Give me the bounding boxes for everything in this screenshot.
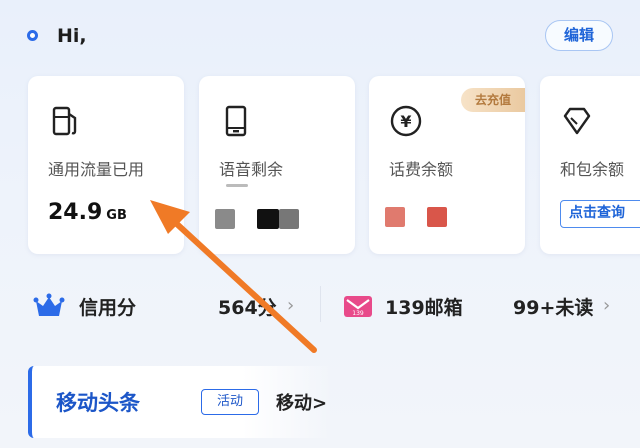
fuel-pump-icon [52, 106, 77, 136]
balance-label: 话费余额 [389, 160, 454, 179]
phone-icon [225, 105, 247, 137]
svg-text:¥: ¥ [400, 112, 411, 131]
diamond-icon [563, 107, 591, 135]
credit-score-value[interactable]: 564分 [218, 293, 277, 320]
edit-button[interactable]: 编辑 [545, 20, 613, 51]
news-tag: 活动 [201, 389, 259, 415]
chevron-right-icon[interactable]: › [603, 295, 610, 316]
voice-remaining-card[interactable]: 语音剩余 [199, 76, 355, 254]
svg-text:139: 139 [352, 310, 364, 317]
mail-icon: 139 [344, 296, 372, 317]
data-usage-value: 24.9 GB [48, 200, 127, 225]
redacted-block [427, 207, 447, 227]
mailbox-label[interactable]: 139邮箱 [385, 293, 463, 320]
unread-count[interactable]: 99+未读 [513, 293, 593, 320]
divider [320, 286, 321, 322]
news-headline[interactable]: 移动> [276, 389, 327, 415]
redacted-block [257, 209, 279, 229]
hebao-balance-label: 和包余额 [560, 160, 625, 179]
redacted-block [279, 209, 299, 229]
data-usage-number: 24.9 [48, 200, 103, 225]
data-usage-card[interactable]: 通用流量已用 24.9 GB [28, 76, 184, 254]
status-dot-icon [27, 30, 38, 41]
header-bar: Hi, 编辑 [0, 0, 640, 70]
data-usage-label: 通用流量已用 [48, 160, 145, 179]
balance-card[interactable]: 去充值 ¥ 话费余额 [369, 76, 525, 254]
redacted-block [215, 209, 235, 229]
hebao-balance-card[interactable]: 和包余额 点击查询 [540, 76, 640, 254]
greeting-text: Hi, [57, 25, 87, 47]
crown-icon [33, 293, 65, 316]
data-usage-unit: GB [106, 208, 127, 223]
voice-remaining-label: 语音剩余 [219, 160, 284, 179]
chevron-right-icon[interactable]: › [287, 295, 294, 316]
recharge-badge[interactable]: 去充值 [461, 88, 525, 112]
credit-score-label[interactable]: 信用分 [79, 293, 136, 320]
yen-icon: ¥ [390, 105, 422, 137]
redacted-block [385, 207, 405, 227]
news-title: 移动头条 [56, 391, 140, 415]
query-balance-button[interactable]: 点击查询 [560, 200, 640, 228]
redacted-bar [226, 184, 248, 187]
